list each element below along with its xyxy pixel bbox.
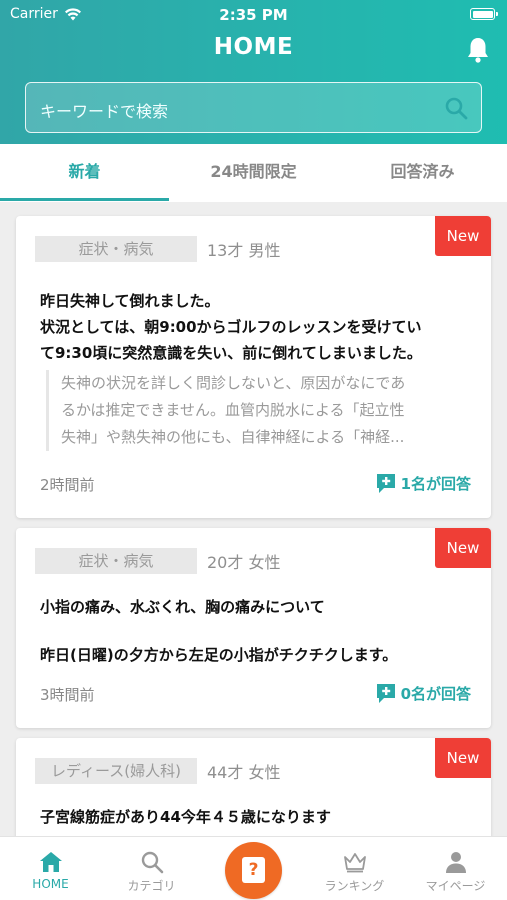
- answer-count-label: 0名が回答: [400, 684, 471, 703]
- answer-plus-icon: [376, 684, 395, 703]
- tab-answered[interactable]: 回答済み: [338, 144, 507, 202]
- search-icon[interactable]: [443, 95, 469, 121]
- tabbar-label: ランキング: [324, 879, 385, 893]
- new-badge: New: [435, 528, 491, 568]
- question-title-line: 状況としては、朝9:00からゴルフのレッスンを受けてい: [40, 318, 422, 336]
- question-body: 昨日(日曜)の夕方から左足の小指がチクチクします。: [40, 646, 398, 664]
- search-icon: [141, 851, 164, 874]
- answer-count[interactable]: 0名が回答: [375, 682, 471, 704]
- category-tag: 症状・病気: [35, 548, 197, 574]
- question-icon: ?: [242, 857, 265, 883]
- status-time: 2:35 PM: [219, 6, 288, 24]
- tabbar-category[interactable]: カテゴリ: [101, 837, 202, 900]
- tabbar-label: カテゴリ: [127, 879, 176, 893]
- tabbar-label: HOME: [32, 877, 69, 891]
- category-tag: 症状・病気: [35, 236, 197, 262]
- question-title: 子宮線筋症があり44今年４５歳になります: [40, 808, 331, 826]
- home-icon: [40, 852, 62, 872]
- asker-info: 13才 男性: [207, 241, 281, 260]
- answer-excerpt-line: 失神」や熱失神の他にも、自律神経による「神経...: [61, 428, 405, 446]
- tab-active-indicator: [0, 198, 169, 201]
- new-badge: New: [435, 738, 491, 778]
- crown-icon: [344, 853, 366, 873]
- tabbar-label: マイページ: [425, 879, 486, 893]
- tab-24h[interactable]: 24時間限定: [169, 144, 338, 202]
- answer-plus-icon: [376, 474, 395, 493]
- new-badge: New: [435, 216, 491, 256]
- person-icon: [446, 852, 466, 873]
- answer-excerpt-line: 失神の状況を詳しく問診しないと、原因がなにであ: [61, 374, 406, 392]
- search-placeholder: キーワードで検索: [40, 102, 169, 121]
- question-title-line: 昨日失神して倒れました。: [40, 292, 220, 310]
- tabbar-ranking[interactable]: ランキング: [304, 837, 405, 900]
- question-title-line: て9:30頃に突然意識を失い、前に倒れてしまいました。: [40, 344, 422, 362]
- asker-info: 20才 女性: [207, 553, 281, 572]
- tabbar-mypage[interactable]: マイページ: [405, 837, 506, 900]
- question-card[interactable]: New 症状・病気 13才 男性 昨日失神して倒れました。 状況としては、朝9:…: [16, 216, 491, 518]
- answer-excerpt: 失神の状況を詳しく問診しないと、原因がなにであ るかは推定できません。血管内脱水…: [46, 370, 465, 451]
- post-time: 3時間前: [40, 686, 95, 704]
- tabbar-home[interactable]: HOME: [0, 837, 101, 900]
- category-tag: レディース(婦人科): [35, 758, 197, 784]
- tab-new[interactable]: 新着: [0, 144, 169, 202]
- answer-count[interactable]: 1名が回答: [375, 472, 471, 494]
- ask-question-button[interactable]: ?: [225, 842, 282, 899]
- answer-excerpt-line: るかは推定できません。血管内脱水による「起立性: [61, 401, 405, 419]
- question-card[interactable]: New 症状・病気 20才 女性 小指の痛み、水ぶくれ、胸の痛みについて 昨日(…: [16, 528, 491, 728]
- question-card[interactable]: New レディース(婦人科) 44才 女性 子宮線筋症があり44今年４５歳になり…: [16, 738, 491, 848]
- question-title: 昨日失神して倒れました。 状況としては、朝9:00からゴルフのレッスンを受けてい…: [40, 288, 475, 366]
- status-bar: Carrier 2:35 PM: [0, 0, 507, 28]
- battery-icon: [470, 8, 498, 20]
- page-title: HOME: [213, 34, 294, 60]
- app-header: Carrier 2:35 PM HOME キーワードで検索: [0, 0, 507, 144]
- tab-bar: 新着 24時間限定 回答済み: [0, 144, 507, 202]
- asker-info: 44才 女性: [207, 763, 281, 782]
- search-input[interactable]: キーワードで検索: [25, 82, 482, 133]
- post-time: 2時間前: [40, 476, 95, 494]
- bell-icon[interactable]: [465, 36, 491, 64]
- answer-count-label: 1名が回答: [400, 474, 471, 493]
- question-title: 小指の痛み、水ぶくれ、胸の痛みについて: [40, 598, 325, 616]
